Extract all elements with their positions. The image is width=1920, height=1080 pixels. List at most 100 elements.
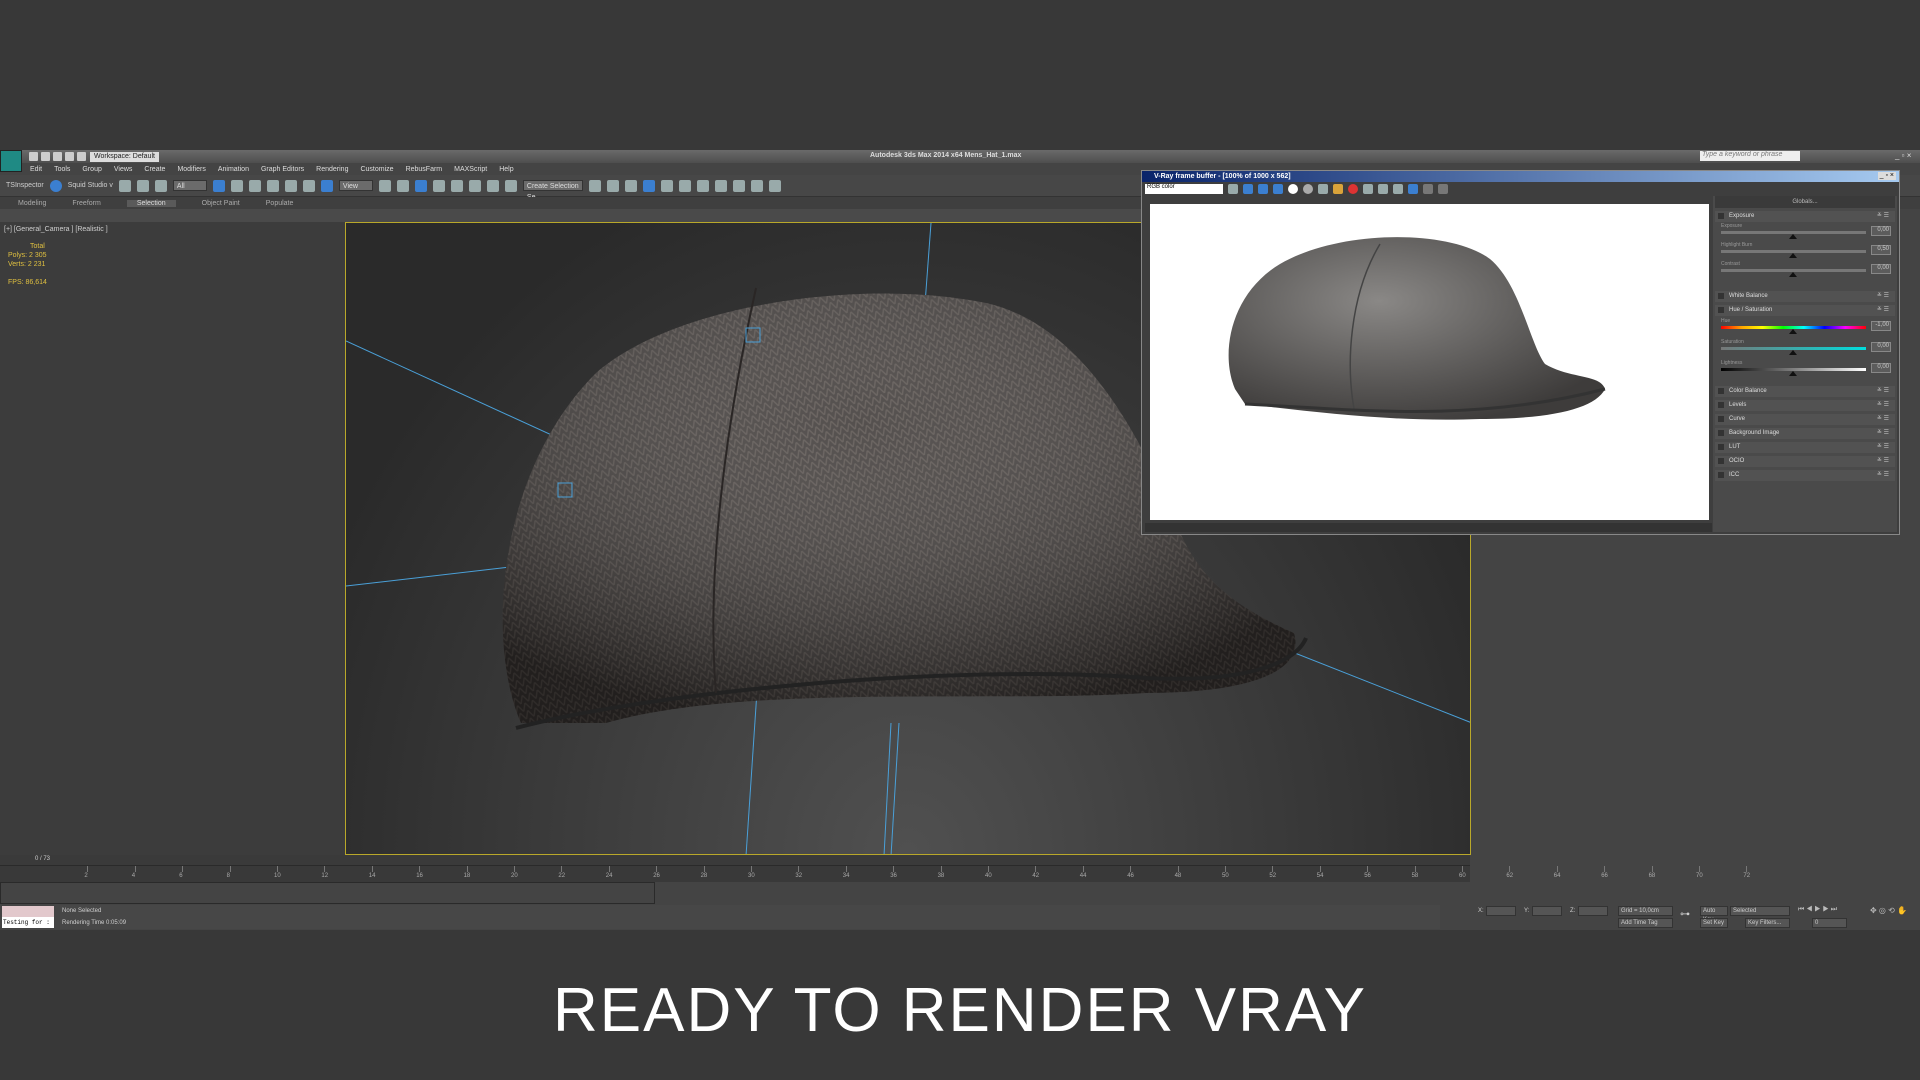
schematic-icon[interactable] xyxy=(678,179,691,192)
tab-populate[interactable]: Populate xyxy=(266,200,294,207)
menu-help[interactable]: Help xyxy=(499,166,513,173)
mono-icon[interactable] xyxy=(1303,184,1313,194)
hue-slider[interactable]: Hue -1,00 xyxy=(1721,318,1891,334)
key-icon[interactable]: ⊶ xyxy=(1680,909,1690,920)
select-by-name-icon[interactable] xyxy=(230,179,243,192)
workspace-dropdown[interactable]: Workspace: Default xyxy=(90,151,159,162)
saturation-slider[interactable]: Saturation 0,00 xyxy=(1721,339,1891,355)
red-channel-icon[interactable] xyxy=(1243,184,1253,194)
menu-customize[interactable]: Customize xyxy=(360,166,393,173)
tsinspector-button[interactable]: TSInspector xyxy=(6,182,44,189)
render-icon[interactable] xyxy=(1393,184,1403,194)
align-icon[interactable] xyxy=(606,179,619,192)
tab-freeform[interactable]: Freeform xyxy=(72,200,100,207)
section-hue-saturation[interactable]: Hue / Saturation ≚ ☰ xyxy=(1715,305,1895,316)
search-input[interactable]: Type a keyword or phrase xyxy=(1700,151,1800,161)
z-field[interactable] xyxy=(1578,906,1608,916)
link-icon[interactable] xyxy=(118,179,131,192)
open-icon[interactable] xyxy=(41,152,50,161)
bind-icon[interactable] xyxy=(154,179,167,192)
pivot-icon[interactable] xyxy=(378,179,391,192)
menu-tools[interactable]: Tools xyxy=(54,166,70,173)
save-image-icon[interactable] xyxy=(1318,184,1328,194)
scale-icon[interactable] xyxy=(320,179,333,192)
curve-editor-icon[interactable] xyxy=(660,179,673,192)
menu-animation[interactable]: Animation xyxy=(218,166,249,173)
load-image-icon[interactable] xyxy=(1333,184,1343,194)
or-icon[interactable] xyxy=(49,179,62,192)
track-mouse-icon[interactable] xyxy=(1363,184,1373,194)
maxscript-output[interactable]: Testing for : xyxy=(2,917,54,928)
spinner-snap-icon[interactable] xyxy=(486,179,499,192)
window-controls[interactable]: _ ▫ × xyxy=(1895,151,1911,160)
viewport-nav-icons[interactable]: ✥ ◎ ⟲ ✋ xyxy=(1870,906,1907,915)
section-lut[interactable]: LUT ≚ ☰ xyxy=(1715,442,1895,453)
scene-explorer-icon[interactable] xyxy=(642,179,655,192)
auto-key-button[interactable]: Auto Key xyxy=(1700,906,1728,923)
menu-edit[interactable]: Edit xyxy=(30,166,42,173)
menu-rebusfarm[interactable]: RebusFarm xyxy=(406,166,443,173)
lightness-slider[interactable]: Lightness 0,00 xyxy=(1721,360,1891,376)
layer-icon[interactable] xyxy=(624,179,637,192)
section-ocio[interactable]: OCIO ≚ ☰ xyxy=(1715,456,1895,467)
angle-snap-icon[interactable] xyxy=(450,179,463,192)
select-icon[interactable] xyxy=(212,179,225,192)
snap-icon[interactable] xyxy=(432,179,445,192)
render-teapot-icon[interactable] xyxy=(750,179,763,192)
squid-studio-button[interactable]: Squid Studio v xyxy=(68,182,113,189)
keyboard-shortcut-icon[interactable] xyxy=(414,179,427,192)
tab-modeling[interactable]: Modeling xyxy=(18,200,46,207)
alpha-icon[interactable] xyxy=(1288,184,1298,194)
rotate-icon[interactable] xyxy=(302,179,315,192)
menu-maxscript[interactable]: MAXScript xyxy=(454,166,487,173)
material-editor-icon[interactable] xyxy=(696,179,709,192)
mirror-icon[interactable] xyxy=(588,179,601,192)
timeline-ruler[interactable]: 2 4 6 8 10 12 14 16 18 20 22 24 26 28 30 32 34 36 38 40 42 44… xyxy=(0,865,1750,882)
viewport-label[interactable]: [+] [General_Camera ] [Realistic ] xyxy=(4,226,108,233)
maxscript-listener-mini[interactable] xyxy=(2,906,54,917)
ref-coord-dropdown[interactable]: View xyxy=(338,180,373,191)
redo-icon[interactable] xyxy=(77,152,86,161)
contrast-slider[interactable]: Contrast 0,00 xyxy=(1721,261,1891,277)
section-levels[interactable]: Levels ≚ ☰ xyxy=(1715,400,1895,411)
history-icon[interactable] xyxy=(1423,184,1433,194)
section-white-balance[interactable]: White Balance ≚ ☰ xyxy=(1715,291,1895,302)
rendered-frame-icon[interactable] xyxy=(732,179,745,192)
unlink-icon[interactable] xyxy=(136,179,149,192)
menu-rendering[interactable]: Rendering xyxy=(316,166,348,173)
compare-icon[interactable] xyxy=(1438,184,1448,194)
clear-image-icon[interactable] xyxy=(1348,184,1358,194)
move-icon[interactable] xyxy=(284,179,297,192)
channel-dropdown[interactable]: RGB color xyxy=(1145,184,1223,194)
new-icon[interactable] xyxy=(29,152,38,161)
add-time-tag-button[interactable]: Add Time Tag xyxy=(1618,918,1673,928)
section-color-balance[interactable]: Color Balance ≚ ☰ xyxy=(1715,386,1895,397)
time-slider[interactable]: 0 / 73 xyxy=(0,855,1470,865)
tab-object-paint[interactable]: Object Paint xyxy=(202,200,240,207)
section-exposure[interactable]: Exposure ≚ ☰ xyxy=(1715,211,1895,222)
playback-controls[interactable]: ⏮ ◀ ▶ ▶ ⏭ xyxy=(1798,906,1837,914)
percent-snap-icon[interactable] xyxy=(468,179,481,192)
vray-icon[interactable] xyxy=(768,179,781,192)
highlight-burn-slider[interactable]: Highlight Burn 0,50 xyxy=(1721,242,1891,258)
window-crossing-icon[interactable] xyxy=(266,179,279,192)
section-icc[interactable]: ICC ≚ ☰ xyxy=(1715,470,1895,481)
menu-group[interactable]: Group xyxy=(82,166,101,173)
set-key-button[interactable]: Set Key xyxy=(1700,918,1728,928)
rect-select-icon[interactable] xyxy=(248,179,261,192)
x-field[interactable] xyxy=(1486,906,1516,916)
current-frame-field[interactable]: 0 xyxy=(1812,918,1847,928)
render-setup-icon[interactable] xyxy=(714,179,727,192)
manipulate-icon[interactable] xyxy=(396,179,409,192)
lens-effects-icon[interactable] xyxy=(1408,184,1418,194)
menu-create[interactable]: Create xyxy=(144,166,165,173)
app-logo-icon[interactable] xyxy=(0,150,22,172)
vfb-window-controls[interactable]: _ ▫ × xyxy=(1877,172,1896,180)
region-render-icon[interactable] xyxy=(1378,184,1388,194)
track-bar[interactable] xyxy=(0,882,655,904)
named-selection-dropdown[interactable]: Create Selection Se xyxy=(522,180,583,201)
globals-button[interactable]: Globals... xyxy=(1715,196,1895,208)
section-background-image[interactable]: Background Image ≚ ☰ xyxy=(1715,428,1895,439)
green-channel-icon[interactable] xyxy=(1258,184,1268,194)
y-field[interactable] xyxy=(1532,906,1562,916)
